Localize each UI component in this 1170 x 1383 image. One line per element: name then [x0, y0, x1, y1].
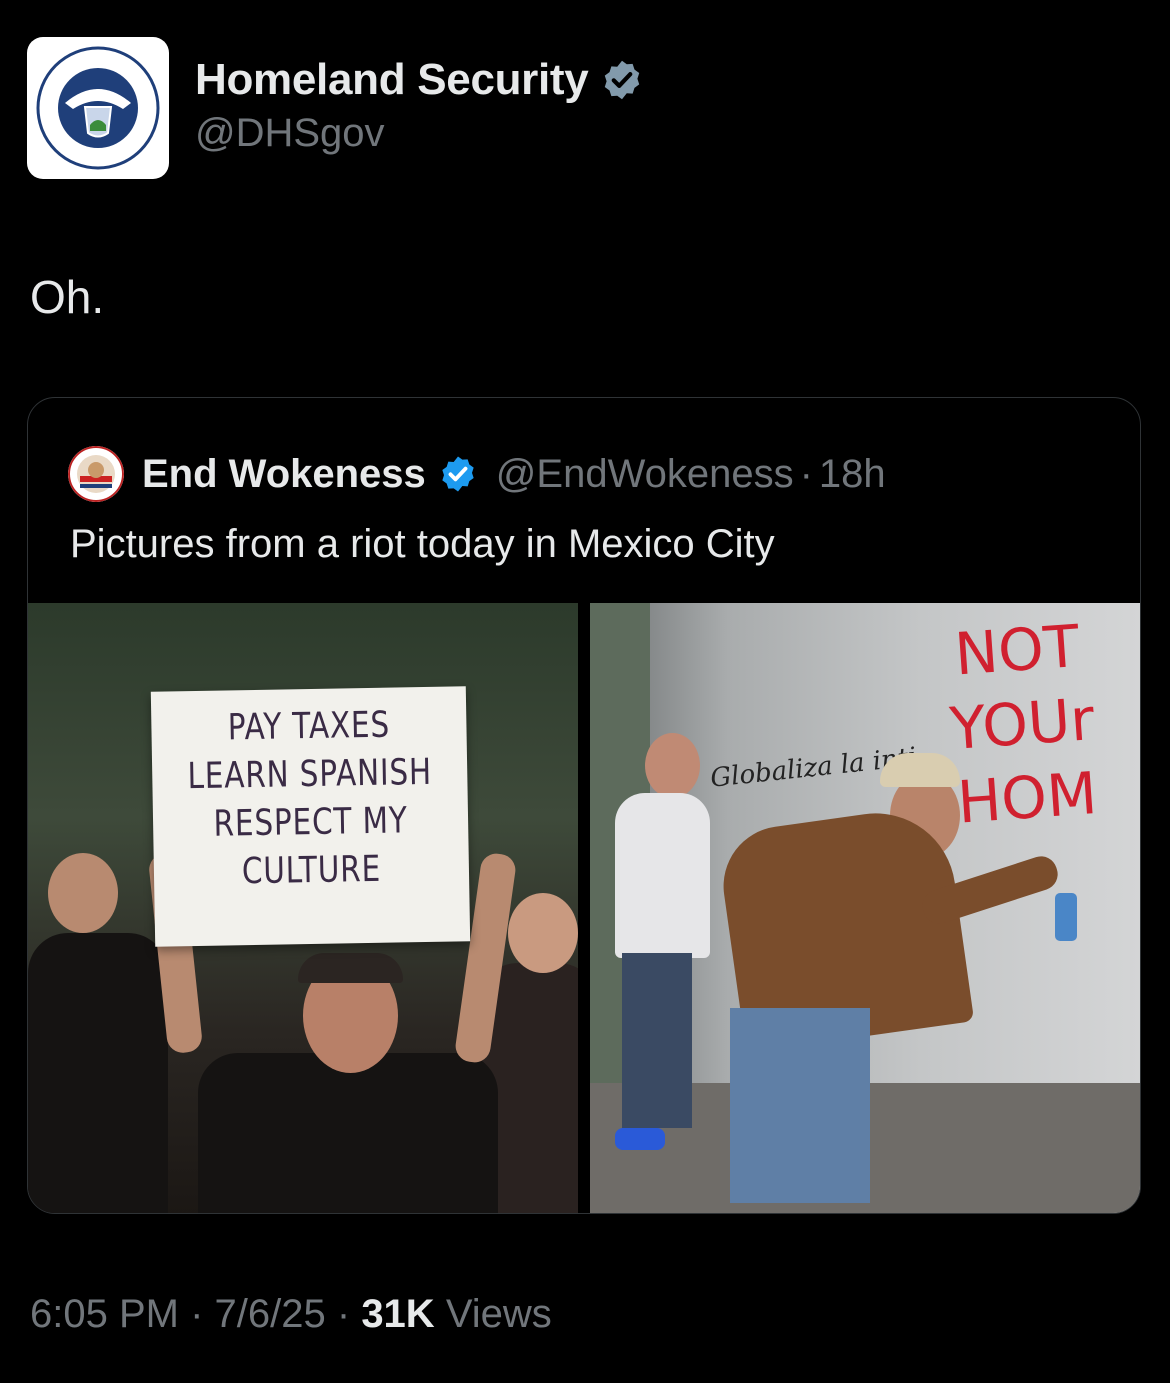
views-count[interactable]: 31K [361, 1292, 434, 1336]
photo-protest-sign[interactable]: PAY TAXES LEARN SPANISH RESPECT MY CULTU… [28, 603, 578, 1213]
tweet-date[interactable]: 7/6/25 [215, 1292, 326, 1336]
quote-text: Pictures from a riot today in Mexico Cit… [70, 522, 775, 566]
crowd-figure [28, 933, 168, 1213]
bandana [298, 953, 403, 983]
author-block: Homeland Security @DHSgov [195, 55, 644, 156]
graffiti-line: NOT [952, 611, 1082, 689]
quote-author-name[interactable]: End Wokeness [142, 452, 426, 497]
verified-gray-badge-icon[interactable] [600, 58, 644, 102]
bystander-shirt [615, 793, 710, 958]
separator-dot: · [799, 451, 813, 496]
crowd-head [48, 853, 118, 933]
views-label: Views [445, 1292, 552, 1336]
tweet-meta: 6:05 PM · 7/6/25 · 31K Views [30, 1292, 552, 1337]
graffiti-line: HOM [955, 759, 1100, 837]
end-wokeness-avatar-icon[interactable] [68, 446, 124, 502]
quoted-tweet[interactable]: End Wokeness @EndWokeness · 18h Pictures… [27, 397, 1141, 1214]
dhs-seal-graphic [36, 46, 160, 170]
verified-blue-badge-icon[interactable] [438, 454, 478, 494]
dhs-seal-icon[interactable] [27, 37, 169, 179]
media-grid: PAY TAXES LEARN SPANISH RESPECT MY CULTU… [28, 603, 1140, 1213]
protester-body [198, 1053, 498, 1213]
sign-line: CULTURE [241, 848, 382, 893]
painter-cap [880, 753, 960, 787]
sign-line: RESPECT MY [213, 800, 408, 845]
quote-timestamp[interactable]: 18h [819, 452, 886, 497]
photo-graffiti-wall[interactable]: Globaliza la inti NOT YOUr HOM [590, 603, 1140, 1213]
tweet-time[interactable]: 6:05 PM [30, 1292, 179, 1336]
bystander-jeans [622, 953, 692, 1128]
tweet-text: Oh. [30, 271, 105, 323]
wall-graffiti: NOT YOUr HOM [942, 608, 1101, 840]
graffiti-line: YOUr [947, 685, 1097, 763]
crowd-head [508, 893, 578, 973]
separator-dot: · [190, 1292, 215, 1336]
sign-line: PAY TAXES [227, 704, 391, 749]
tweet-header: Homeland Security @DHSgov [27, 37, 644, 179]
bystander-head [645, 733, 700, 798]
separator-dot: · [336, 1292, 362, 1336]
painter-jeans [730, 1008, 870, 1203]
author-row: Homeland Security [195, 55, 644, 105]
author-handle[interactable]: @DHSgov [195, 111, 644, 156]
bystander-shoe [615, 1128, 665, 1150]
quote-header: End Wokeness @EndWokeness · 18h [68, 446, 886, 502]
sign-line: LEARN SPANISH [187, 751, 433, 798]
spray-can [1055, 893, 1077, 941]
author-name[interactable]: Homeland Security [195, 55, 589, 105]
protest-sign: PAY TAXES LEARN SPANISH RESPECT MY CULTU… [150, 686, 471, 947]
quote-author-handle[interactable]: @EndWokeness [496, 452, 794, 497]
